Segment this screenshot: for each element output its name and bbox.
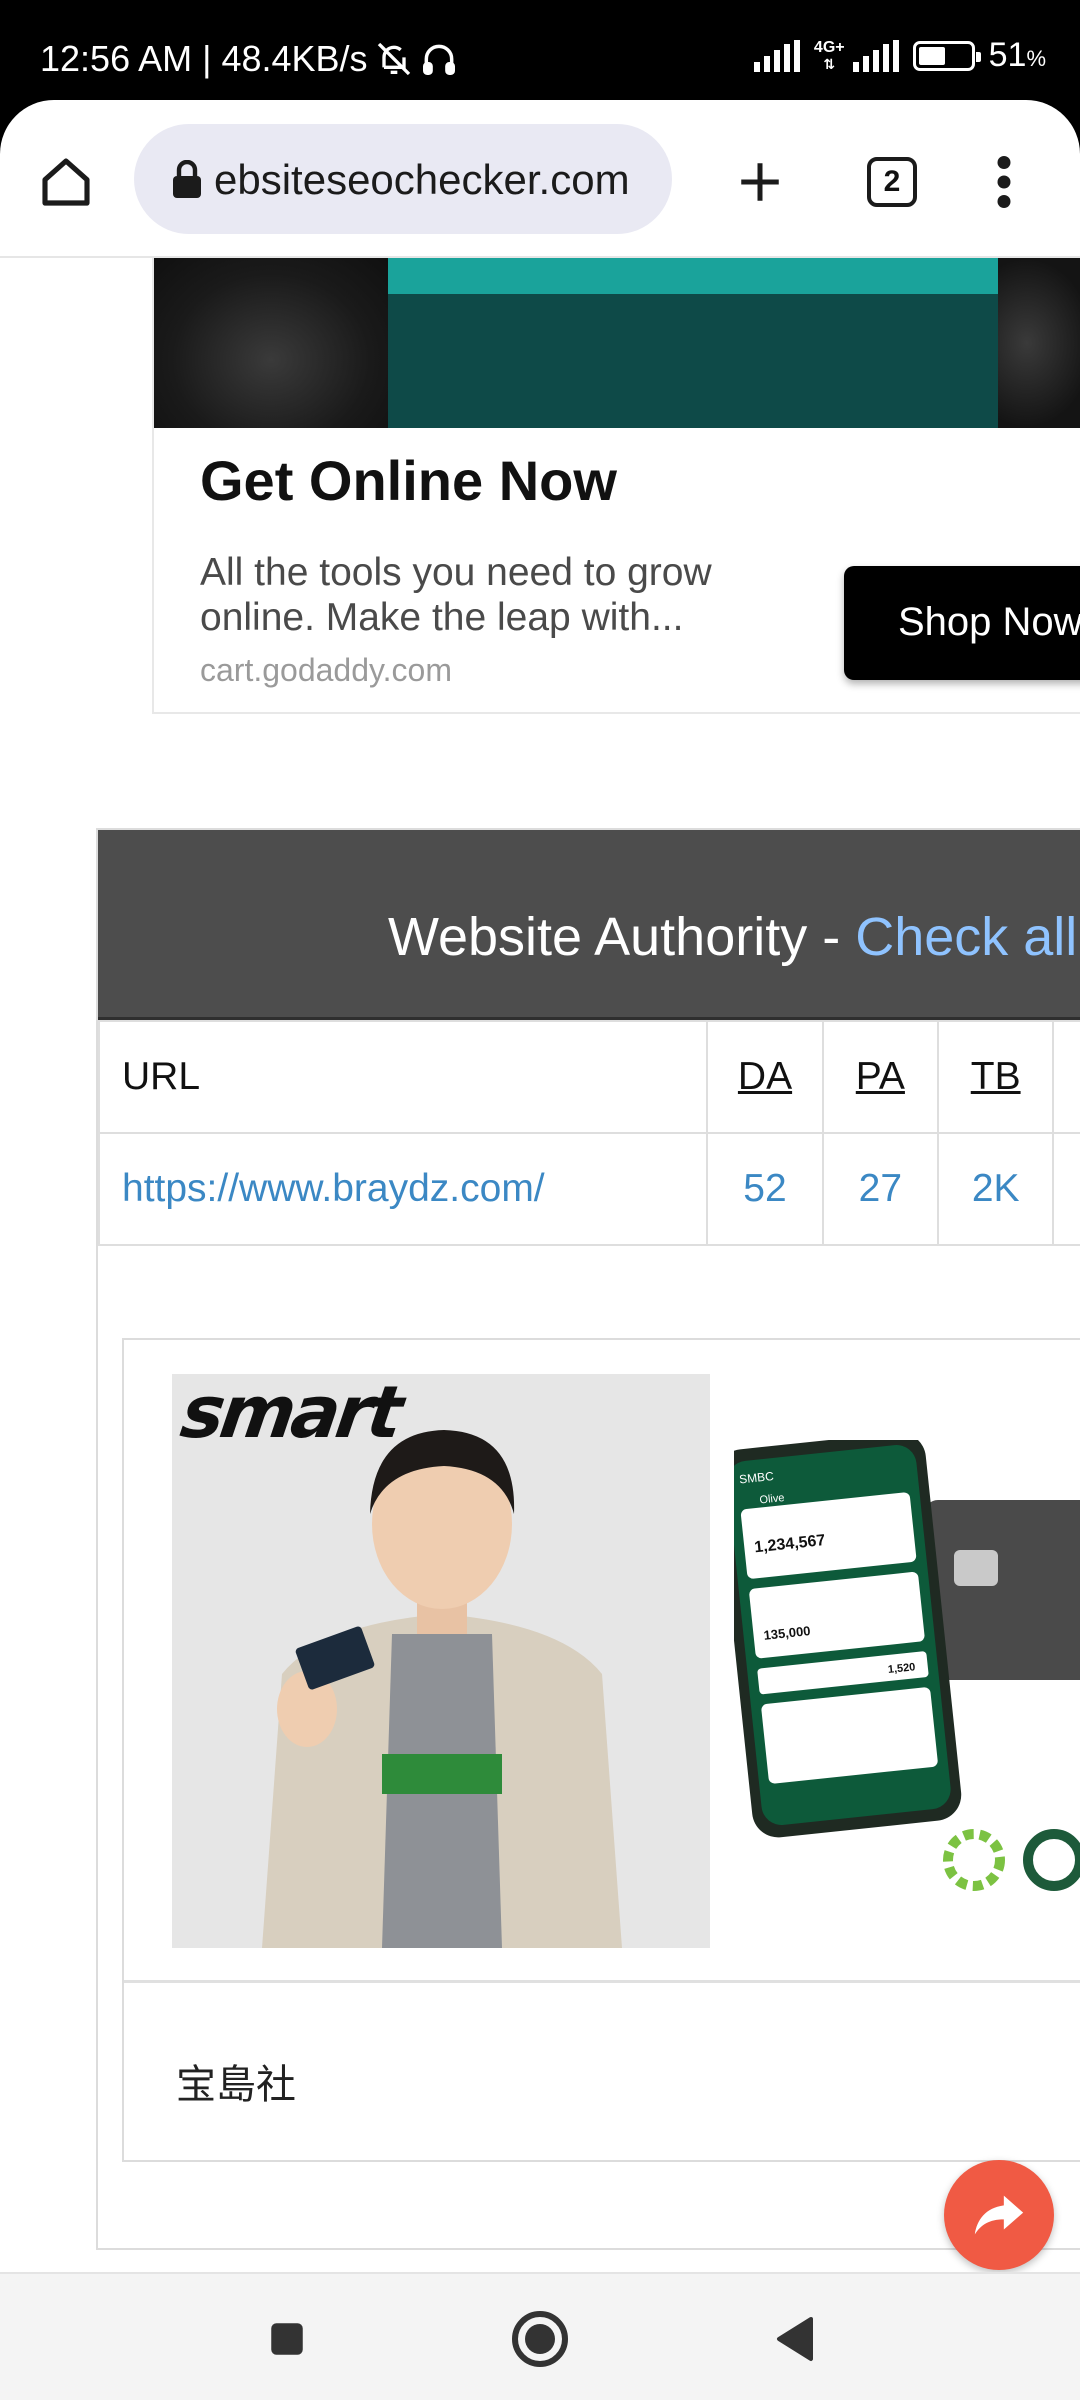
- row-pa-value: 27: [821, 1132, 940, 1246]
- authority-table: URL DA PA TB https://www.braydz.com/ 52 …: [98, 1020, 1080, 1246]
- plus-icon: [741, 163, 779, 201]
- website-authority-section: Website Authority - Check all URL DA PA …: [96, 828, 1080, 2250]
- home-button[interactable]: [24, 140, 108, 224]
- url-text: ebsiteseochecker.com: [214, 156, 630, 203]
- table-header-row: URL DA PA TB: [98, 1020, 1080, 1134]
- signal-icon: [753, 39, 800, 72]
- address-bar[interactable]: ebsiteseochecker.com: [134, 124, 672, 234]
- mute-bell-icon: [377, 42, 410, 76]
- headphones-icon: [422, 44, 455, 75]
- table-row: https://www.braydz.com/ 52 27 2K: [98, 1132, 1080, 1246]
- home-nav-button[interactable]: [505, 2304, 575, 2374]
- battery-fill: [918, 46, 945, 65]
- ad-photo: smart: [172, 1374, 710, 1948]
- back-triangle-icon: [777, 2317, 813, 2361]
- ad-banner-image: [154, 258, 1080, 428]
- square-icon: [271, 2323, 303, 2355]
- check-all-link[interactable]: Check all: [855, 907, 1077, 967]
- ad-caption: 宝島社: [176, 2062, 296, 2108]
- tab-count: 2: [867, 157, 917, 207]
- share-arrow-icon: [974, 2195, 1024, 2235]
- new-tab-button[interactable]: [718, 140, 802, 224]
- network-type: 4G+ ⇅: [813, 38, 845, 72]
- recents-button[interactable]: [252, 2304, 322, 2374]
- home-icon: [42, 158, 90, 206]
- browser-toolbar: ebsiteseochecker.com 2: [0, 100, 1080, 258]
- circle-home-icon: [512, 2311, 568, 2367]
- ad-domain: cart.godaddy.com: [200, 652, 452, 688]
- ad-card-smbc[interactable]: smart SMBC Olive 1,234,567 135,000 1,520…: [122, 1338, 1080, 2162]
- share-button[interactable]: [944, 2160, 1054, 2270]
- status-left: 12:56 AM | 48.4KB/s: [40, 38, 458, 80]
- olive-ring-logo: [943, 1829, 1080, 1891]
- row-url-link[interactable]: https://www.braydz.com/: [98, 1132, 709, 1246]
- shop-now-button[interactable]: Shop Now: [844, 566, 1080, 680]
- menu-button[interactable]: [962, 140, 1046, 224]
- authority-title: Website Authority - Check all: [388, 907, 1078, 967]
- signal-icon-2: [852, 39, 899, 72]
- system-nav-bar: [0, 2272, 1080, 2400]
- lock-icon: [173, 160, 201, 198]
- browser-toolbar-wrap: ebsiteseochecker.com 2: [0, 100, 1080, 258]
- person-illustration: [172, 1374, 710, 1948]
- status-time-speed: 12:56 AM | 48.4KB/s: [40, 38, 368, 79]
- row-tb-value: 2K: [937, 1132, 1055, 1246]
- tab-switcher-button[interactable]: 2: [850, 140, 934, 224]
- percent-sign: %: [1026, 46, 1046, 71]
- battery-percent: 51: [988, 36, 1027, 74]
- column-header-pa[interactable]: PA: [821, 1020, 940, 1134]
- back-button[interactable]: [758, 2304, 828, 2374]
- column-header-url: URL: [98, 1020, 709, 1134]
- battery-icon: [912, 40, 981, 71]
- authority-header: Website Authority - Check all: [98, 830, 1080, 1020]
- ad-card-godaddy[interactable]: Get Online Now All the tools you need to…: [152, 258, 1080, 714]
- more-vert-icon: [997, 156, 1011, 208]
- ad-headline[interactable]: Get Online Now: [200, 448, 617, 513]
- column-header-tb[interactable]: TB: [937, 1020, 1055, 1134]
- status-bar: 12:56 AM | 48.4KB/s 4G+ ⇅ 51%: [0, 0, 1080, 110]
- row-da-value: 52: [706, 1132, 824, 1246]
- phone-mockup: SMBC Olive 1,234,567 135,000 1,520: [716, 1432, 1080, 1940]
- ad-description: All the tools you need to grow online. M…: [200, 551, 712, 639]
- smart-logo: smart: [176, 1374, 405, 1454]
- column-header-da[interactable]: DA: [706, 1020, 824, 1134]
- status-right: 4G+ ⇅ 51%: [753, 36, 1046, 75]
